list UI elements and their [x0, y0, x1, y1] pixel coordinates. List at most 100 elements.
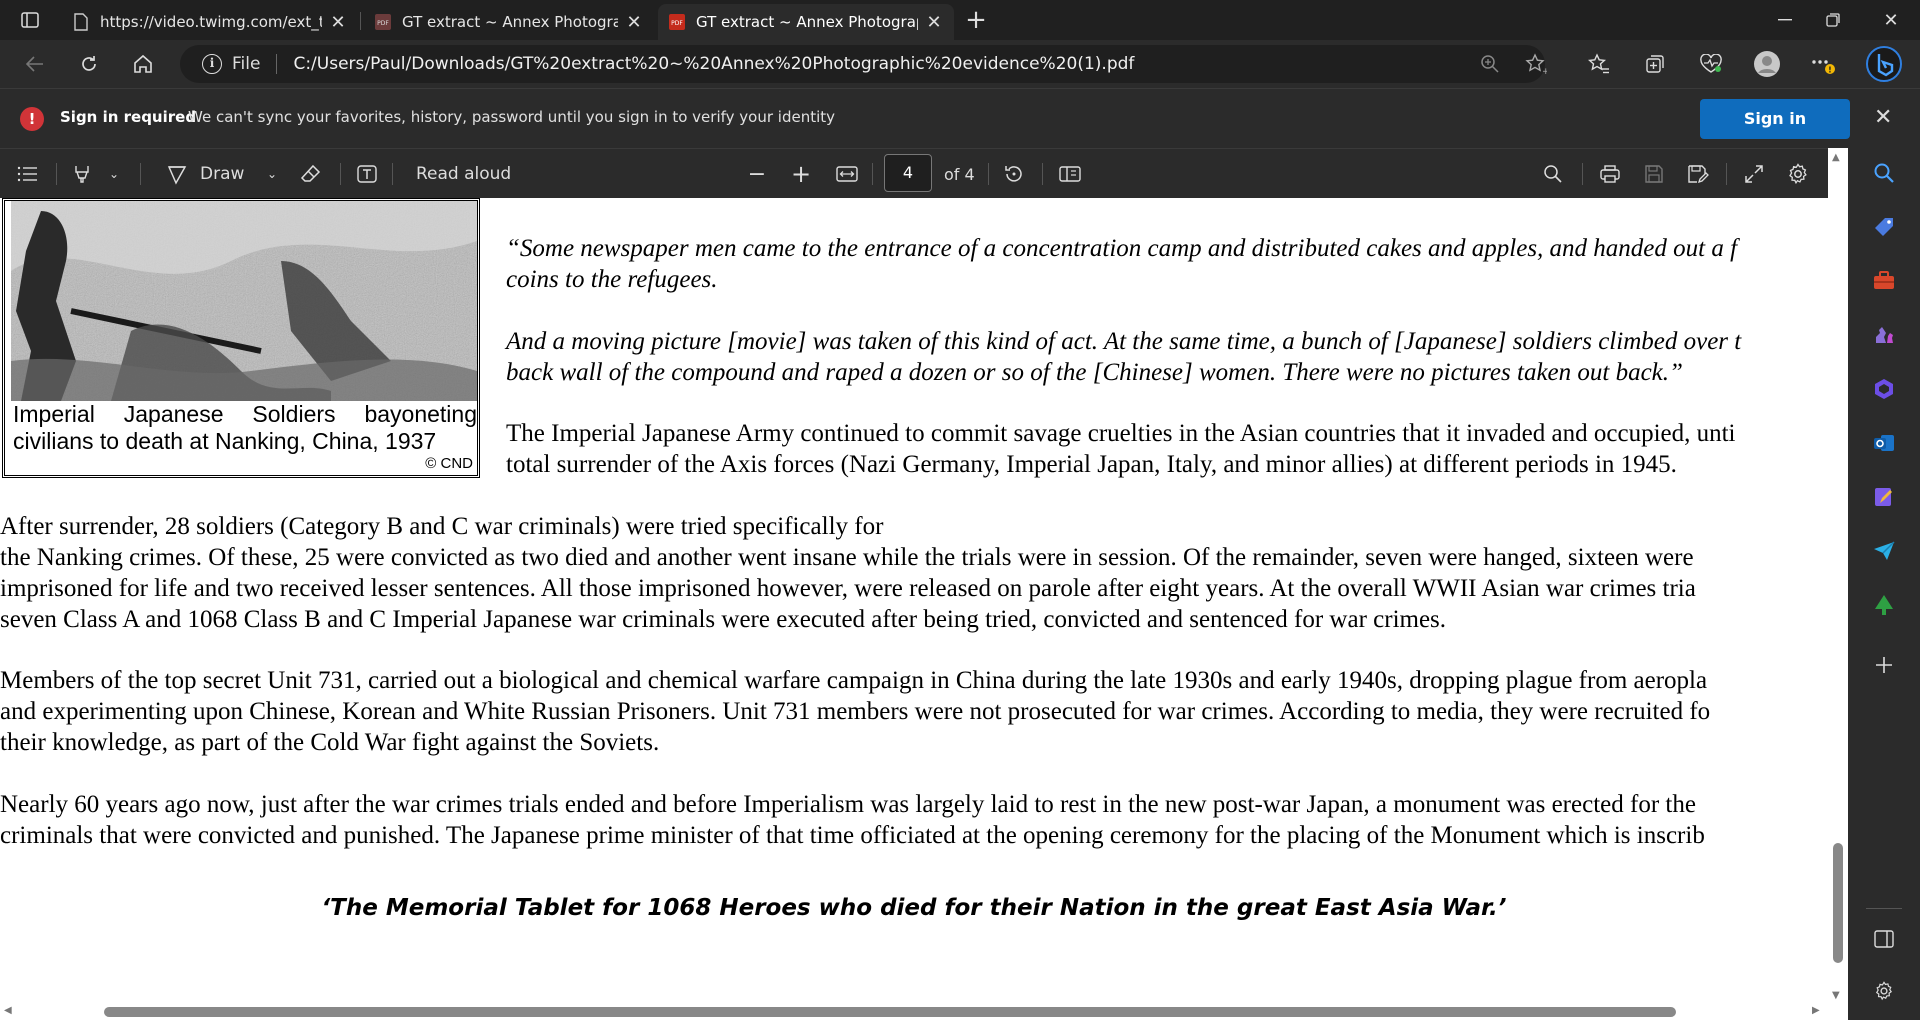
tab-actions-icon[interactable] [14, 8, 46, 32]
hide-sidebar-icon[interactable] [1871, 926, 1897, 952]
games-icon[interactable] [1871, 322, 1897, 348]
send-icon[interactable] [1871, 538, 1897, 564]
monument-quote: ‘The Memorial Tablet for 1068 Heroes who… [321, 895, 1507, 921]
settings-gear-icon[interactable] [1784, 161, 1812, 187]
toolbar-divider [872, 163, 873, 185]
new-tab-button[interactable]: + [960, 6, 992, 34]
paragraph-line: Members of the top secret Unit 731, carr… [0, 667, 1708, 694]
search-icon[interactable] [1540, 161, 1566, 187]
paragraph-line: After surrender, 28 soldiers (Category B… [0, 513, 884, 540]
back-button[interactable] [18, 48, 52, 80]
tab-pdf-active[interactable]: PDF GT extract ~ Annex Photographic ✕ [658, 4, 954, 40]
paragraph-line: Nearly 60 years ago now, just after the … [0, 791, 1696, 818]
paragraph-line: seven Class A and 1068 Class B and C Imp… [0, 606, 1447, 633]
restore-icon[interactable] [1808, 0, 1858, 40]
save-as-icon[interactable] [1684, 161, 1712, 187]
scroll-up-icon[interactable]: ▲ [1832, 152, 1840, 163]
address-divider [276, 54, 278, 74]
eraser-icon[interactable] [298, 161, 324, 187]
scroll-down-icon[interactable]: ▼ [1832, 990, 1840, 1001]
favorites-icon[interactable] [1584, 50, 1614, 78]
close-notification-icon[interactable]: ✕ [1874, 105, 1892, 130]
close-tab-icon[interactable]: ✕ [924, 12, 944, 33]
svg-text:!: ! [1828, 66, 1832, 75]
home-button[interactable] [126, 48, 160, 80]
outlook-icon[interactable] [1871, 430, 1897, 456]
pdf-icon: PDF [668, 13, 686, 31]
url-text[interactable]: C:/Users/Paul/Downloads/GT%20extract%20~… [293, 54, 1134, 74]
page-number-input[interactable]: 4 [884, 154, 932, 192]
tree-icon[interactable] [1871, 592, 1897, 618]
photo-credit: © CND [425, 455, 473, 472]
tab-title: https://video.twimg.com/ext_tw_ [100, 13, 322, 31]
page-icon [72, 13, 90, 31]
page-total: of 4 [944, 164, 975, 184]
fullscreen-icon[interactable] [1740, 161, 1768, 187]
horizontal-scroll-thumb[interactable] [104, 1007, 1676, 1017]
draw-dropdown-icon[interactable]: ⌄ [262, 161, 282, 187]
highlight-icon[interactable] [68, 161, 96, 187]
zoom-out-icon[interactable]: − [744, 161, 770, 187]
paragraph-line: criminals that were convicted and punish… [0, 822, 1705, 849]
page-view-icon[interactable] [1056, 161, 1084, 187]
profile-avatar[interactable] [1752, 50, 1782, 78]
print-icon[interactable] [1596, 161, 1624, 187]
highlight-dropdown-icon[interactable]: ⌄ [104, 161, 124, 187]
sign-in-button[interactable]: Sign in [1700, 99, 1850, 139]
rotate-icon[interactable] [1000, 161, 1028, 187]
site-info-icon[interactable]: i [202, 54, 222, 74]
paragraph-line: imprisoned for life and two received les… [0, 575, 1696, 602]
quote-line: back wall of the compound and raped a do… [506, 359, 1683, 386]
close-window-icon[interactable]: ✕ [1866, 0, 1916, 40]
refresh-button[interactable] [72, 48, 106, 80]
shopping-icon[interactable] [1871, 214, 1897, 240]
tab-strip: https://video.twimg.com/ext_tw_ ✕ PDF GT… [0, 0, 1920, 40]
error-icon: ! [20, 107, 44, 131]
tab-divider [360, 12, 361, 30]
draw-label[interactable]: Draw [200, 161, 244, 187]
svg-text:PDF: PDF [671, 20, 683, 27]
scroll-right-icon[interactable]: ▶ [1812, 1005, 1820, 1016]
navigation-bar: i File C:/Users/Paul/Downloads/GT%20extr… [0, 40, 1920, 88]
copilot-icon[interactable] [1866, 46, 1902, 82]
soldiers-photo [11, 201, 477, 401]
close-tab-icon[interactable]: ✕ [328, 12, 348, 33]
fit-page-icon[interactable] [833, 161, 861, 187]
save-icon[interactable] [1640, 161, 1668, 187]
sidebar-settings-icon[interactable] [1871, 978, 1897, 1004]
browser-essentials-icon[interactable] [1696, 50, 1726, 78]
more-options-icon[interactable]: ! [1808, 50, 1838, 78]
designer-icon[interactable] [1871, 484, 1897, 510]
vertical-scrollbar[interactable]: ▲ ▼ [1828, 148, 1848, 1005]
address-bar[interactable]: i File C:/Users/Paul/Downloads/GT%20extr… [180, 45, 1545, 83]
tools-icon[interactable] [1871, 268, 1897, 294]
minimize-icon[interactable] [1760, 0, 1810, 40]
microsoft-365-icon[interactable] [1871, 376, 1897, 402]
toolbar-divider [56, 163, 57, 185]
signin-title: Sign in required [60, 108, 197, 126]
scroll-left-icon[interactable]: ◀ [4, 1005, 12, 1016]
toolbar-divider [1042, 163, 1043, 185]
sidebar-divider [1866, 908, 1902, 909]
paragraph-line: their knowledge, as part of the Cold War… [0, 729, 660, 756]
photo-frame: Imperial Japanese Soldiers bayoneting ci… [2, 198, 480, 478]
photo-caption: Imperial Japanese Soldiers bayoneting [13, 401, 477, 427]
sidebar-search-icon[interactable] [1871, 160, 1897, 186]
collections-icon[interactable] [1640, 50, 1670, 78]
contents-icon[interactable] [14, 161, 42, 187]
tab-pdf-1[interactable]: PDF GT extract ~ Annex Photographic ✕ [364, 4, 654, 40]
tab-video[interactable]: https://video.twimg.com/ext_tw_ ✕ [62, 4, 358, 40]
horizontal-scrollbar[interactable]: ◀ ▶ [0, 1005, 1848, 1020]
zoom-icon[interactable] [1478, 52, 1502, 76]
close-tab-icon[interactable]: ✕ [624, 12, 644, 33]
add-text-icon[interactable] [354, 161, 380, 187]
pdf-page: Imperial Japanese Soldiers bayoneting ci… [0, 198, 1828, 1005]
draw-icon[interactable] [164, 161, 190, 187]
vertical-scroll-thumb[interactable] [1833, 843, 1843, 963]
signin-message: We can't sync your favorites, history, p… [188, 108, 836, 126]
zoom-in-icon[interactable]: + [788, 160, 814, 188]
add-favorite-icon[interactable]: + [1524, 52, 1548, 76]
read-aloud-button[interactable]: Read aloud [416, 161, 511, 187]
toolbar-divider [1726, 163, 1727, 185]
add-sidebar-app-icon[interactable] [1871, 652, 1897, 678]
